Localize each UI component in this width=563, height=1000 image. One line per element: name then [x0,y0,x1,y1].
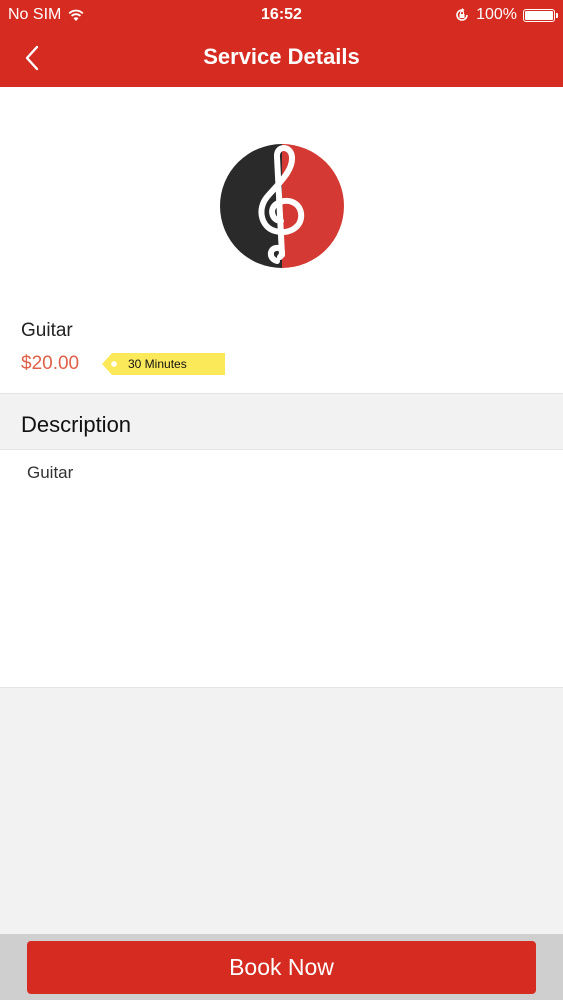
service-price: $20.00 [21,353,80,374]
description-text: Guitar [27,463,74,482]
status-bar: No SIM 16:52 100% [0,0,563,30]
bottom-action-bar: Book Now [0,934,563,1000]
page-title: Service Details [203,44,360,69]
status-right: 100% [454,6,558,24]
battery-percent: 100% [476,6,517,23]
service-name: Guitar [21,320,73,341]
description-body: Guitar [0,450,563,688]
duration-tag: 30 Minutes [102,353,225,375]
duration-label: 30 Minutes [128,357,187,371]
description-title: Description [21,412,132,437]
battery-icon [523,8,558,22]
treble-clef-icon [220,144,344,268]
book-now-button[interactable]: Book Now [27,941,536,994]
orientation-lock-icon [456,8,468,21]
description-header: Description [0,393,563,450]
nav-bar: Service Details [0,30,563,87]
